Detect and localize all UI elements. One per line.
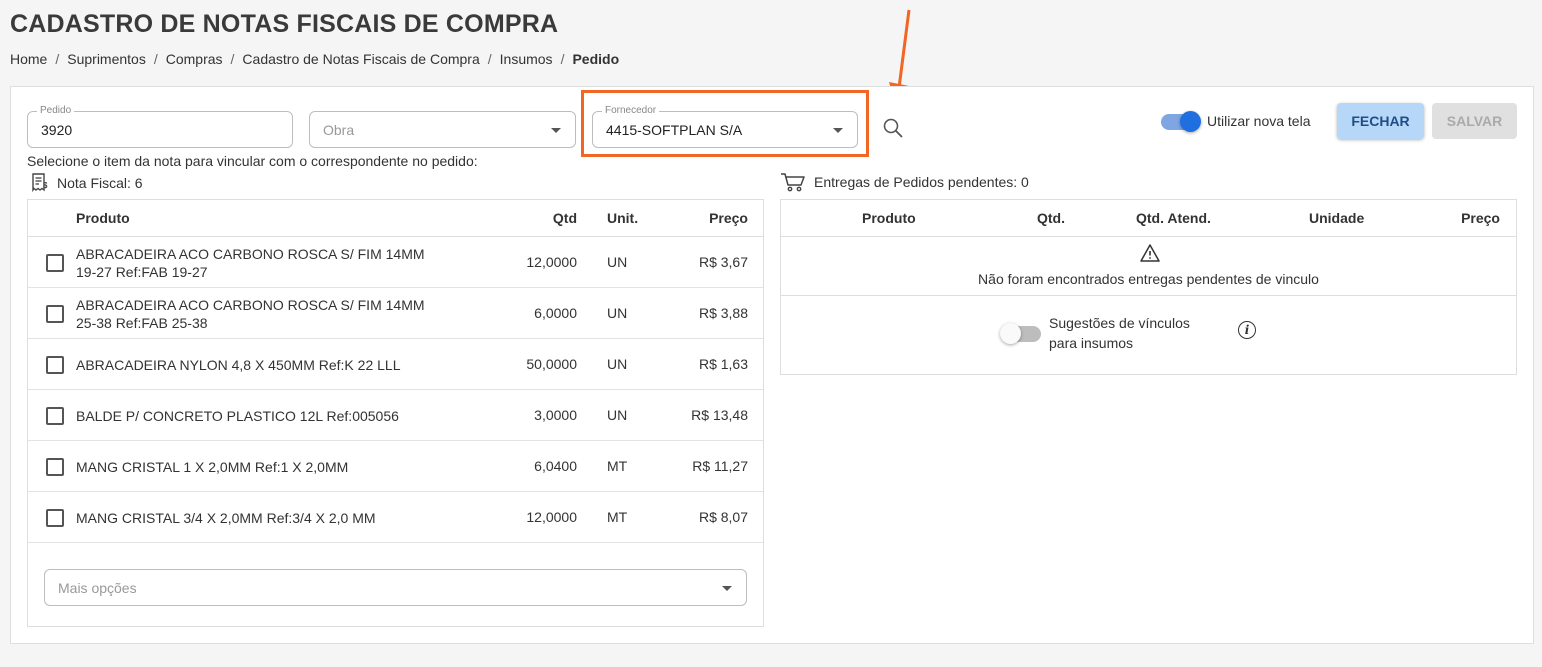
row-preco: R$ 1,63 xyxy=(698,356,748,372)
produto-line2: 19-27 Ref:FAB 19-27 xyxy=(76,264,208,280)
produto-line2: 25-38 Ref:FAB 25-38 xyxy=(76,315,208,331)
salvar-button[interactable]: SALVAR xyxy=(1432,103,1517,139)
sugestoes-toggle[interactable] xyxy=(1000,323,1041,344)
col-qtd-atend: Qtd. Atend. xyxy=(1136,210,1211,226)
row-unit: MT xyxy=(607,509,628,525)
row-unit: UN xyxy=(607,254,628,270)
table-row[interactable]: ABRACADEIRA NYLON 4,8 X 450MM Ref:K 22 L… xyxy=(28,339,763,390)
row-unit: UN xyxy=(607,305,628,321)
nota-fiscal-label: Nota Fiscal: 6 xyxy=(57,175,143,191)
breadcrumb-separator: / xyxy=(230,51,235,67)
row-produto: ABRACADEIRA ACO CARBONO ROSCA S/ FIM 14M… xyxy=(76,296,456,332)
col-qtd: Qtd. xyxy=(1037,210,1065,226)
breadcrumb-separator: / xyxy=(560,51,565,67)
table-header: Produto Qtd Unit. Preço xyxy=(28,200,763,237)
svg-text:$: $ xyxy=(43,181,48,190)
col-preco: Preço xyxy=(1461,210,1500,226)
sugestoes-line2: para insumos xyxy=(1049,335,1134,351)
table-header: Produto Qtd. Qtd. Atend. Unidade Preço xyxy=(781,200,1516,237)
breadcrumb-separator: / xyxy=(487,51,492,67)
col-qtd: Qtd xyxy=(552,210,577,226)
col-produto: Produto xyxy=(76,210,130,226)
empty-message: Não foram encontrados entregas pendentes… xyxy=(978,271,1319,287)
chevron-down-icon xyxy=(551,128,561,133)
pedido-label: Pedido xyxy=(37,105,75,117)
instruction-text: Selecione o item da nota para vincular c… xyxy=(27,153,478,169)
row-qtd: 12,0000 xyxy=(526,509,577,525)
sugestoes-line1: Sugestões de vínculos xyxy=(1049,315,1190,331)
search-icon[interactable] xyxy=(882,117,904,139)
row-unit: UN xyxy=(607,356,628,372)
row-checkbox[interactable] xyxy=(46,509,64,527)
table-row[interactable]: MANG CRISTAL 1 X 2,0MM Ref:1 X 2,0MM 6,0… xyxy=(28,441,763,492)
row-qtd: 6,0400 xyxy=(534,458,577,474)
row-produto: ABRACADEIRA ACO CARBONO ROSCA S/ FIM 14M… xyxy=(76,245,456,281)
row-checkbox[interactable] xyxy=(46,356,64,374)
pedido-value: 3920 xyxy=(41,122,73,138)
breadcrumb: Home / Suprimentos / Compras / Cadastro de … xyxy=(10,51,619,67)
row-produto: BALDE P/ CONCRETO PLASTICO 12L Ref:00505… xyxy=(76,408,399,424)
invoice-icon: $ xyxy=(32,173,48,193)
row-qtd: 6,0000 xyxy=(534,305,577,321)
entregas-heading: Entregas de Pedidos pendentes: 0 xyxy=(780,172,1029,192)
nova-tela-toggle[interactable] xyxy=(1161,111,1201,132)
warning-icon xyxy=(1140,244,1160,262)
highlight-annotation xyxy=(581,90,869,157)
sugestoes-label: Sugestões de vínculos para insumos xyxy=(1049,313,1190,353)
info-icon[interactable]: i xyxy=(1238,321,1256,339)
breadcrumb-separator: / xyxy=(55,51,60,67)
row-produto: MANG CRISTAL 1 X 2,0MM Ref:1 X 2,0MM xyxy=(76,459,349,475)
row-checkbox[interactable] xyxy=(46,305,64,323)
mais-opcoes-select[interactable]: Mais opções xyxy=(44,569,747,606)
table-row[interactable]: BALDE P/ CONCRETO PLASTICO 12L Ref:00505… xyxy=(28,390,763,441)
nova-tela-label: Utilizar nova tela xyxy=(1207,113,1311,129)
table-row[interactable]: ABRACADEIRA ACO CARBONO ROSCA S/ FIM 14M… xyxy=(28,237,763,288)
row-qtd: 3,0000 xyxy=(534,407,577,423)
row-qtd: 12,0000 xyxy=(526,254,577,270)
row-produto: ABRACADEIRA NYLON 4,8 X 450MM Ref:K 22 L… xyxy=(76,357,401,373)
sugestoes-section: Sugestões de vínculos para insumos i xyxy=(781,295,1516,374)
pedido-field[interactable]: Pedido 3920 xyxy=(27,105,293,148)
row-checkbox[interactable] xyxy=(46,254,64,272)
col-unidade: Unidade xyxy=(1309,210,1365,226)
breadcrumb-separator: / xyxy=(153,51,158,67)
chevron-down-icon xyxy=(722,586,732,591)
table-row[interactable]: ABRACADEIRA ACO CARBONO ROSCA S/ FIM 14M… xyxy=(28,288,763,339)
nota-fiscal-heading: $ Nota Fiscal: 6 xyxy=(31,173,143,193)
row-preco: R$ 3,67 xyxy=(698,254,748,270)
row-checkbox[interactable] xyxy=(46,458,64,476)
produto-line1: ABRACADEIRA ACO CARBONO ROSCA S/ FIM 14M… xyxy=(76,246,425,262)
row-produto: MANG CRISTAL 3/4 X 2,0MM Ref:3/4 X 2,0 M… xyxy=(76,510,376,526)
row-preco: R$ 3,88 xyxy=(698,305,748,321)
breadcrumb-home[interactable]: Home xyxy=(10,51,47,67)
table-row[interactable]: MANG CRISTAL 3/4 X 2,0MM Ref:3/4 X 2,0 M… xyxy=(28,492,763,543)
col-unit: Unit. xyxy=(607,210,639,226)
obra-select[interactable]: Obra xyxy=(309,111,576,148)
toggle-knob xyxy=(1000,323,1021,344)
col-preco: Preço xyxy=(709,210,748,226)
row-unit: MT xyxy=(607,458,628,474)
row-preco: R$ 13,48 xyxy=(691,407,748,423)
breadcrumb-cadastro[interactable]: Cadastro de Notas Fiscais de Compra xyxy=(242,51,479,67)
row-preco: R$ 11,27 xyxy=(692,458,748,474)
col-produto: Produto xyxy=(862,210,916,226)
breadcrumb-compras[interactable]: Compras xyxy=(166,51,223,67)
entregas-table: Produto Qtd. Qtd. Atend. Unidade Preço N… xyxy=(780,199,1517,375)
breadcrumb-current: Pedido xyxy=(572,51,620,67)
produto-line1: ABRACADEIRA ACO CARBONO ROSCA S/ FIM 14M… xyxy=(76,297,425,313)
toggle-knob xyxy=(1180,111,1201,132)
nota-fiscal-table: Produto Qtd Unit. Preço ABRACADEIRA ACO … xyxy=(27,199,764,627)
breadcrumb-insumos[interactable]: Insumos xyxy=(500,51,553,67)
entregas-label: Entregas de Pedidos pendentes: 0 xyxy=(814,174,1029,190)
row-preco: R$ 8,07 xyxy=(698,509,748,525)
row-qtd: 50,0000 xyxy=(526,356,577,372)
cart-icon xyxy=(781,173,805,192)
breadcrumb-suprimentos[interactable]: Suprimentos xyxy=(67,51,146,67)
row-checkbox[interactable] xyxy=(46,407,64,425)
row-unit: UN xyxy=(607,407,628,423)
obra-placeholder: Obra xyxy=(323,122,355,138)
mais-opcoes-placeholder: Mais opções xyxy=(58,580,137,596)
page-title: CADASTRO DE NOTAS FISCAIS DE COMPRA xyxy=(10,10,559,38)
fechar-button[interactable]: FECHAR xyxy=(1337,103,1424,139)
